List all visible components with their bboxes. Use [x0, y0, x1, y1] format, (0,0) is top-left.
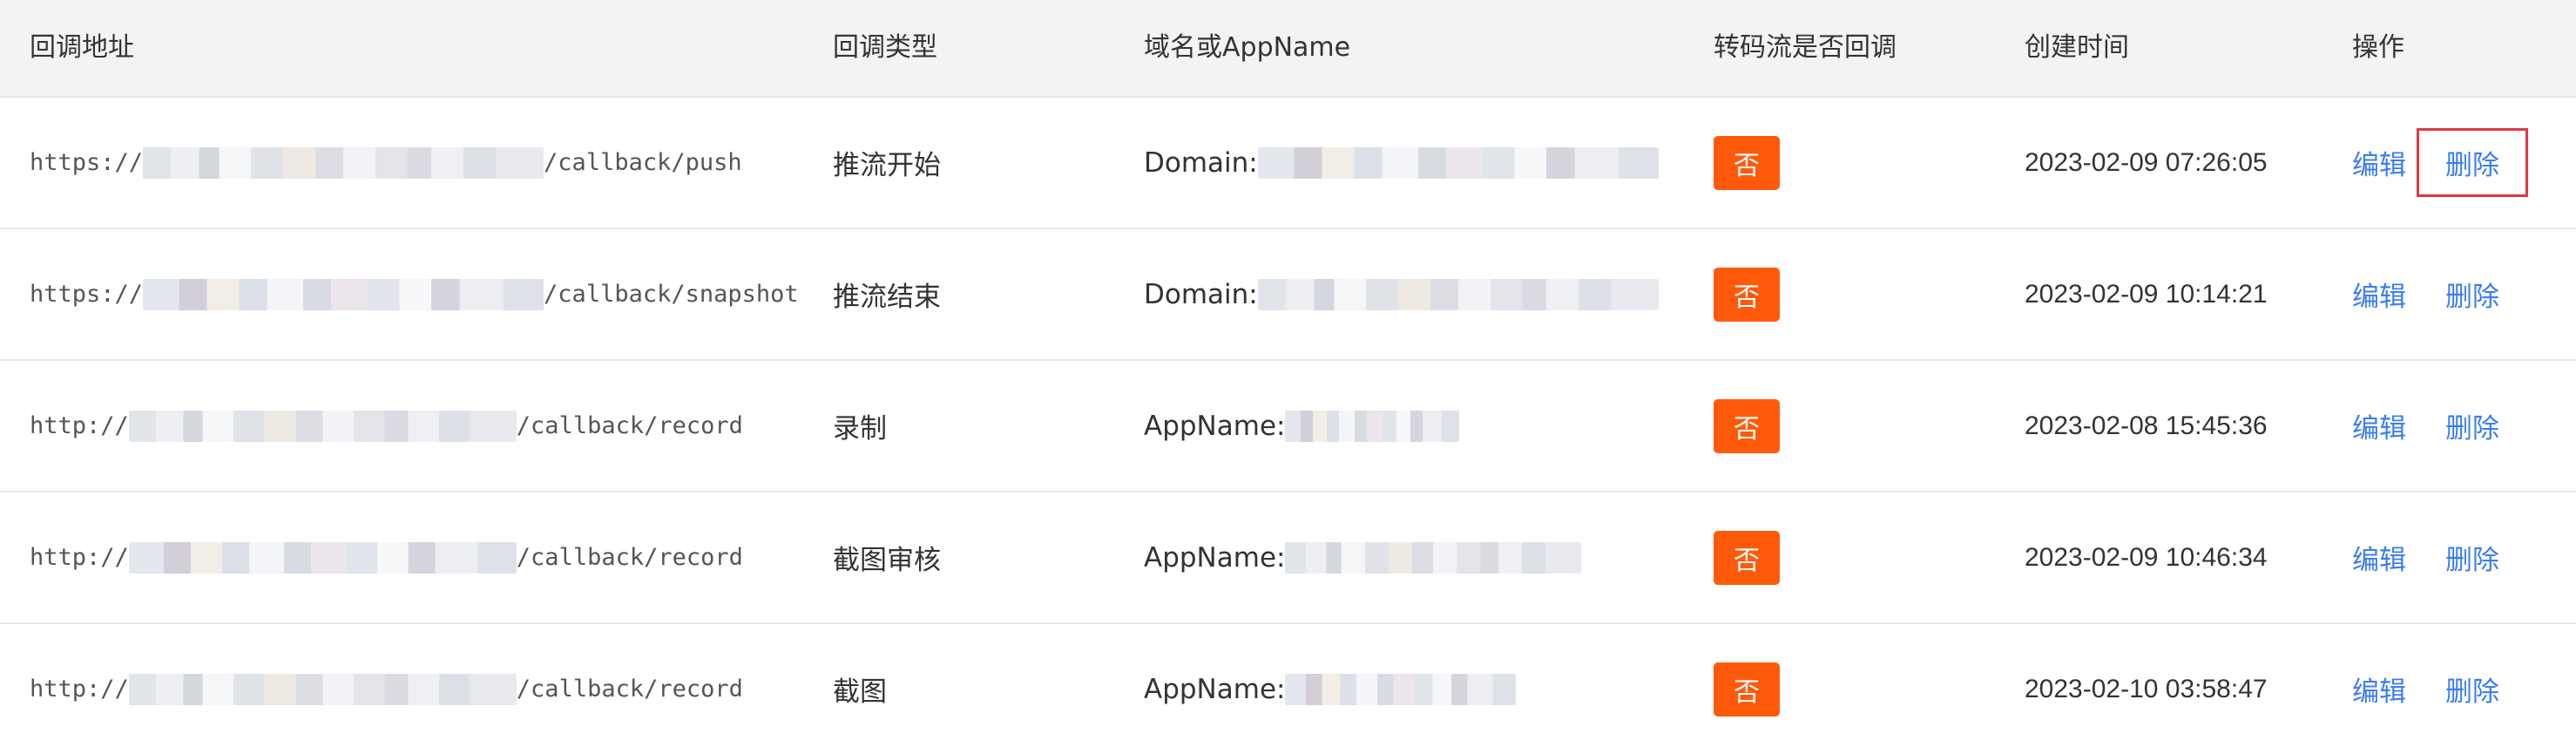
- redacted-domain: [1257, 146, 1659, 179]
- callback-type-cell: 截图审核: [833, 545, 941, 576]
- transcode-status-badge: 否: [1714, 398, 1780, 453]
- redacted-host: [143, 146, 544, 179]
- url-path: /callback/record: [516, 412, 743, 439]
- delete-link[interactable]: 删除: [2445, 669, 2499, 709]
- actions-cell: 编辑 删除: [2352, 361, 2499, 491]
- created-time-cell: 2023-02-09 07:26:05: [2025, 147, 2268, 177]
- column-header-domain-or-appname: 域名或AppName: [1144, 32, 1351, 63]
- delete-link[interactable]: 删除: [2445, 275, 2499, 314]
- url-path: /callback/snapshot: [544, 281, 799, 308]
- actions-cell: 编辑 删除: [2352, 229, 2499, 359]
- edit-link[interactable]: 编辑: [2352, 538, 2406, 577]
- url-path: /callback/push: [544, 149, 742, 176]
- transcode-status-badge: 否: [1714, 530, 1780, 585]
- callback-url-cell: http:// /callback/record: [30, 492, 743, 622]
- callback-url-cell: http:// /callback/record: [30, 361, 743, 491]
- column-header-actions: 操作: [2352, 32, 2404, 63]
- callback-url-cell: https:// /callback/push: [30, 98, 742, 228]
- domain-cell: AppName:: [1144, 361, 1460, 491]
- domain-cell: Domain:: [1144, 98, 1659, 228]
- redacted-appname: [1285, 541, 1582, 574]
- edit-link[interactable]: 编辑: [2352, 143, 2406, 182]
- callback-url-cell: https:// /callback/snapshot: [30, 229, 799, 359]
- delete-link[interactable]: 删除: [2445, 406, 2499, 445]
- url-scheme: https://: [30, 149, 144, 176]
- url-scheme: http://: [30, 412, 129, 439]
- created-time-cell: 2023-02-08 15:45:36: [2025, 411, 2268, 440]
- url-path: /callback/record: [516, 676, 743, 703]
- actions-cell: 编辑 删除: [2352, 492, 2499, 622]
- redacted-host: [128, 673, 517, 705]
- transcode-cell: 否: [1714, 624, 1780, 754]
- domain-label: Domain:: [1144, 278, 1258, 310]
- redacted-host: [128, 410, 517, 442]
- edit-link[interactable]: 编辑: [2352, 275, 2406, 314]
- edit-link[interactable]: 编辑: [2352, 406, 2406, 445]
- domain-cell: Domain:: [1144, 229, 1659, 359]
- delete-link[interactable]: 删除: [2417, 128, 2528, 197]
- transcode-cell: 否: [1714, 492, 1780, 622]
- url-path: /callback/record: [516, 544, 743, 571]
- column-header-created-time: 创建时间: [2025, 32, 2129, 63]
- transcode-cell: 否: [1714, 361, 1780, 491]
- table-row: http:// /callback/record 截图审核 AppName: 否…: [0, 492, 2576, 624]
- column-header-callback-url: 回调地址: [30, 32, 134, 63]
- callback-url-cell: http:// /callback/record: [30, 624, 743, 754]
- transcode-status-badge: 否: [1714, 135, 1780, 190]
- url-scheme: http://: [30, 676, 129, 703]
- transcode-status-badge: 否: [1714, 662, 1780, 717]
- callback-table: 回调地址 回调类型 域名或AppName 转码流是否回调 创建时间 操作 htt…: [0, 0, 2576, 752]
- domain-label: Domain:: [1144, 146, 1258, 179]
- delete-link[interactable]: 删除: [2445, 538, 2499, 577]
- callback-type-cell: 截图: [833, 676, 887, 708]
- domain-label: AppName:: [1144, 673, 1286, 705]
- url-scheme: http://: [30, 544, 129, 571]
- redacted-host: [128, 541, 517, 574]
- domain-cell: AppName:: [1144, 492, 1582, 622]
- created-time-cell: 2023-02-10 03:58:47: [2025, 674, 2268, 703]
- domain-label: AppName:: [1144, 541, 1286, 574]
- table-row: http:// /callback/record 截图 AppName: 否 2…: [0, 624, 2576, 752]
- column-header-callback-type: 回调类型: [833, 32, 937, 63]
- table-row: https:// /callback/push 推流开始 Domain: 否 2…: [0, 98, 2576, 229]
- actions-cell: 编辑 删除: [2352, 98, 2528, 228]
- redacted-host: [143, 278, 544, 310]
- callback-type-cell: 录制: [833, 413, 887, 445]
- table-row: http:// /callback/record 录制 AppName: 否 2…: [0, 361, 2576, 492]
- callback-type-cell: 推流结束: [833, 282, 941, 313]
- created-time-cell: 2023-02-09 10:14:21: [2025, 279, 2268, 309]
- table-row: https:// /callback/snapshot 推流结束 Domain:…: [0, 229, 2576, 361]
- actions-cell: 编辑 删除: [2352, 624, 2499, 754]
- edit-link[interactable]: 编辑: [2352, 669, 2406, 709]
- transcode-status-badge: 否: [1714, 267, 1780, 322]
- transcode-cell: 否: [1714, 229, 1780, 359]
- domain-cell: AppName:: [1144, 624, 1517, 754]
- created-time-cell: 2023-02-09 10:46:34: [2025, 542, 2268, 572]
- domain-label: AppName:: [1144, 410, 1286, 442]
- callback-type-cell: 推流开始: [833, 150, 941, 181]
- column-header-transcode-callback: 转码流是否回调: [1714, 32, 1897, 63]
- redacted-appname: [1285, 673, 1517, 705]
- url-scheme: https://: [30, 281, 144, 308]
- transcode-cell: 否: [1714, 98, 1780, 228]
- table-header: 回调地址 回调类型 域名或AppName 转码流是否回调 创建时间 操作: [0, 0, 2576, 98]
- redacted-appname: [1285, 410, 1460, 442]
- redacted-domain: [1257, 278, 1659, 310]
